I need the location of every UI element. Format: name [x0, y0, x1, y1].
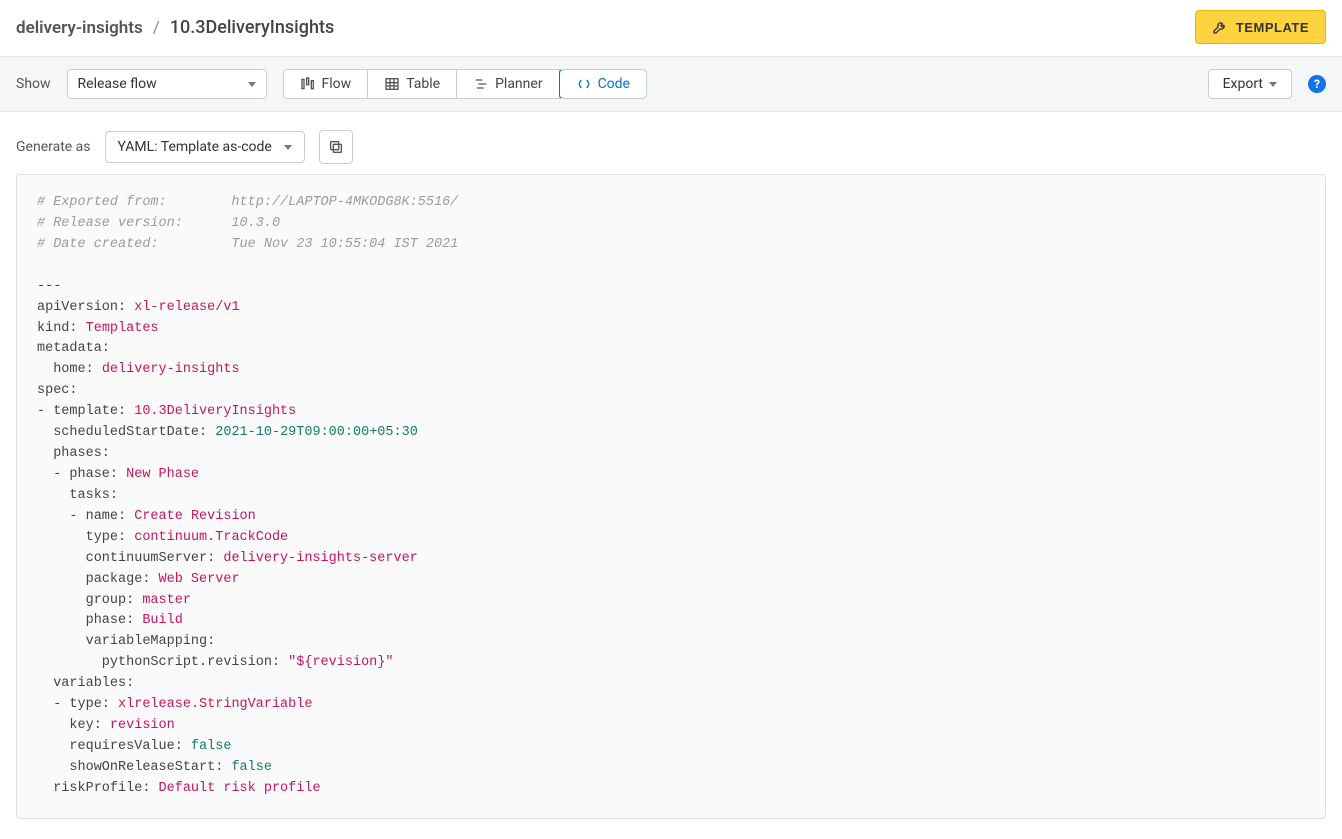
- generate-label: Generate as: [16, 139, 91, 155]
- copy-button[interactable]: [319, 130, 353, 164]
- code-value: Web Server: [159, 572, 240, 587]
- template-button[interactable]: TEMPLATE: [1195, 10, 1326, 44]
- code-key: tasks:: [37, 488, 118, 503]
- toolbar: Show Release flow Flow Table: [0, 57, 1342, 112]
- code-icon: [576, 76, 592, 92]
- chevron-down-icon: [1269, 82, 1277, 87]
- code-key: variables:: [37, 676, 134, 691]
- tab-table-label: Table: [406, 76, 440, 92]
- breadcrumb-name[interactable]: 10.3DeliveryInsights: [170, 17, 335, 38]
- code-key: requiresValue:: [37, 739, 183, 754]
- code-value: 29T09:00:00+05:30: [280, 425, 418, 440]
- code-key: continuumServer:: [37, 551, 215, 566]
- tab-flow-label: Flow: [322, 76, 352, 92]
- code-key: pythonScript.revision:: [37, 655, 280, 670]
- code-value: continuum.TrackCode: [134, 530, 288, 545]
- code-key: - template:: [37, 404, 126, 419]
- code-text: ---: [37, 279, 61, 294]
- code-value: Build: [142, 613, 183, 628]
- show-select-value: Release flow: [78, 76, 157, 92]
- code-key: phases:: [37, 446, 110, 461]
- code-key: metadata:: [37, 341, 110, 356]
- chevron-down-icon: [284, 145, 292, 150]
- code-value: revision: [110, 718, 175, 733]
- export-button-label: Export: [1223, 76, 1263, 92]
- code-key: group:: [37, 593, 134, 608]
- tab-planner[interactable]: Planner: [457, 70, 559, 98]
- code-value: Create Revision: [134, 509, 256, 524]
- code-value: false: [231, 760, 272, 775]
- code-key: - name:: [37, 509, 126, 524]
- show-label: Show: [16, 76, 51, 92]
- code-block[interactable]: # Exported from: http://LAPTOP-4MKODG8K:…: [16, 174, 1326, 819]
- code-key: home:: [37, 362, 94, 377]
- code-key: key:: [37, 718, 102, 733]
- chevron-down-icon: [248, 82, 256, 87]
- code-value: delivery-insights-server: [223, 551, 417, 566]
- code-value: master: [142, 593, 191, 608]
- planner-icon: [473, 76, 489, 92]
- generate-select[interactable]: YAML: Template as-code: [105, 131, 305, 163]
- tab-code[interactable]: Code: [559, 69, 647, 99]
- template-button-label: TEMPLATE: [1236, 20, 1309, 35]
- help-icon[interactable]: ?: [1308, 75, 1326, 93]
- code-value: 2021-10: [215, 425, 272, 440]
- code-key: - type:: [37, 697, 110, 712]
- code-value: delivery-insights: [102, 362, 240, 377]
- export-button[interactable]: Export: [1208, 69, 1292, 99]
- tab-planner-label: Planner: [495, 76, 542, 92]
- code-key: spec:: [37, 383, 78, 398]
- code-value: false: [191, 739, 232, 754]
- code-key: apiVersion:: [37, 300, 126, 315]
- generate-row: Generate as YAML: Template as-code: [0, 112, 1342, 174]
- code-key: riskProfile:: [37, 781, 150, 796]
- code-value: Templates: [86, 321, 159, 336]
- code-comment: # Release version: 10.3.0: [37, 216, 280, 231]
- code-key: phase:: [37, 613, 134, 628]
- code-block-wrap: # Exported from: http://LAPTOP-4MKODG8K:…: [0, 174, 1342, 839]
- code-key: showOnReleaseStart:: [37, 760, 223, 775]
- generate-select-value: YAML: Template as-code: [118, 139, 272, 155]
- view-tabs: Flow Table Planner Code: [283, 69, 647, 99]
- code-key: kind:: [37, 321, 78, 336]
- code-value: -: [272, 425, 280, 440]
- tools-icon: [1212, 19, 1228, 35]
- code-value: 10.3DeliveryInsights: [134, 404, 296, 419]
- code-key: package:: [37, 572, 150, 587]
- flow-icon: [300, 76, 316, 92]
- code-comment: # Date created: Tue Nov 23 10:55:04 IST …: [37, 237, 458, 252]
- code-key: scheduledStartDate:: [37, 425, 207, 440]
- code-key: - phase:: [37, 467, 118, 482]
- tab-code-label: Code: [598, 76, 630, 92]
- code-value: xl-release/v1: [134, 300, 239, 315]
- tab-table[interactable]: Table: [368, 70, 457, 98]
- code-value: Default risk profile: [159, 781, 321, 796]
- code-value: xlrelease.StringVariable: [118, 697, 312, 712]
- table-icon: [384, 76, 400, 92]
- breadcrumb: delivery-insights / 10.3DeliveryInsights: [16, 17, 334, 38]
- toolbar-left: Show Release flow Flow Table: [16, 69, 647, 99]
- code-comment: # Exported from: http://LAPTOP-4MKODG8K:…: [37, 195, 458, 210]
- header-row: delivery-insights / 10.3DeliveryInsights…: [0, 0, 1342, 57]
- breadcrumb-folder[interactable]: delivery-insights: [16, 18, 143, 38]
- toolbar-right: Export ?: [1208, 69, 1326, 99]
- show-select[interactable]: Release flow: [67, 69, 267, 99]
- code-key: type:: [37, 530, 126, 545]
- code-value: New Phase: [126, 467, 199, 482]
- code-value: "${revision}": [288, 655, 393, 670]
- copy-icon: [328, 139, 344, 155]
- tab-flow[interactable]: Flow: [284, 70, 369, 98]
- code-key: variableMapping:: [37, 634, 215, 649]
- breadcrumb-separator: /: [153, 18, 160, 38]
